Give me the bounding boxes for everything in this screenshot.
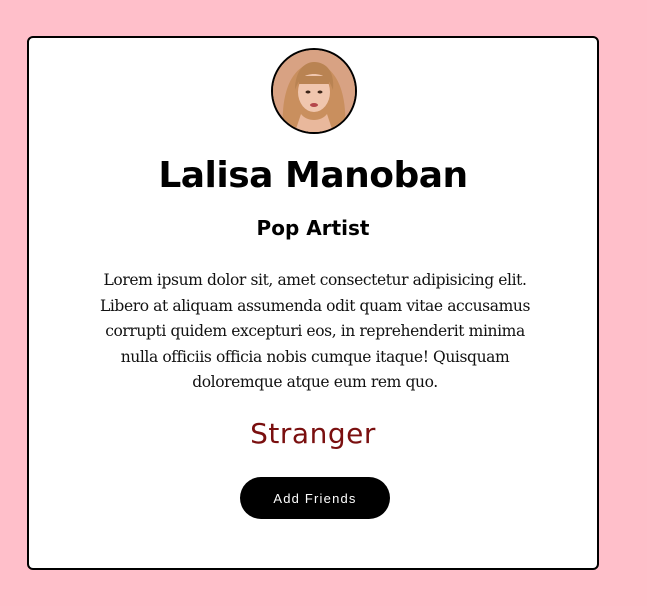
profile-bio: Lorem ipsum dolor sit, amet consectetur … [99,271,531,391]
avatar-image [273,50,355,132]
avatar [271,48,357,134]
profile-card: Lalisa Manoban Pop Artist Lorem ipsum do… [27,36,599,570]
profile-name: Lalisa Manoban [158,155,468,196]
profile-role: Pop Artist [256,216,370,240]
friend-status: Stranger [250,417,376,450]
add-friends-button[interactable]: Add Friends [240,477,390,519]
